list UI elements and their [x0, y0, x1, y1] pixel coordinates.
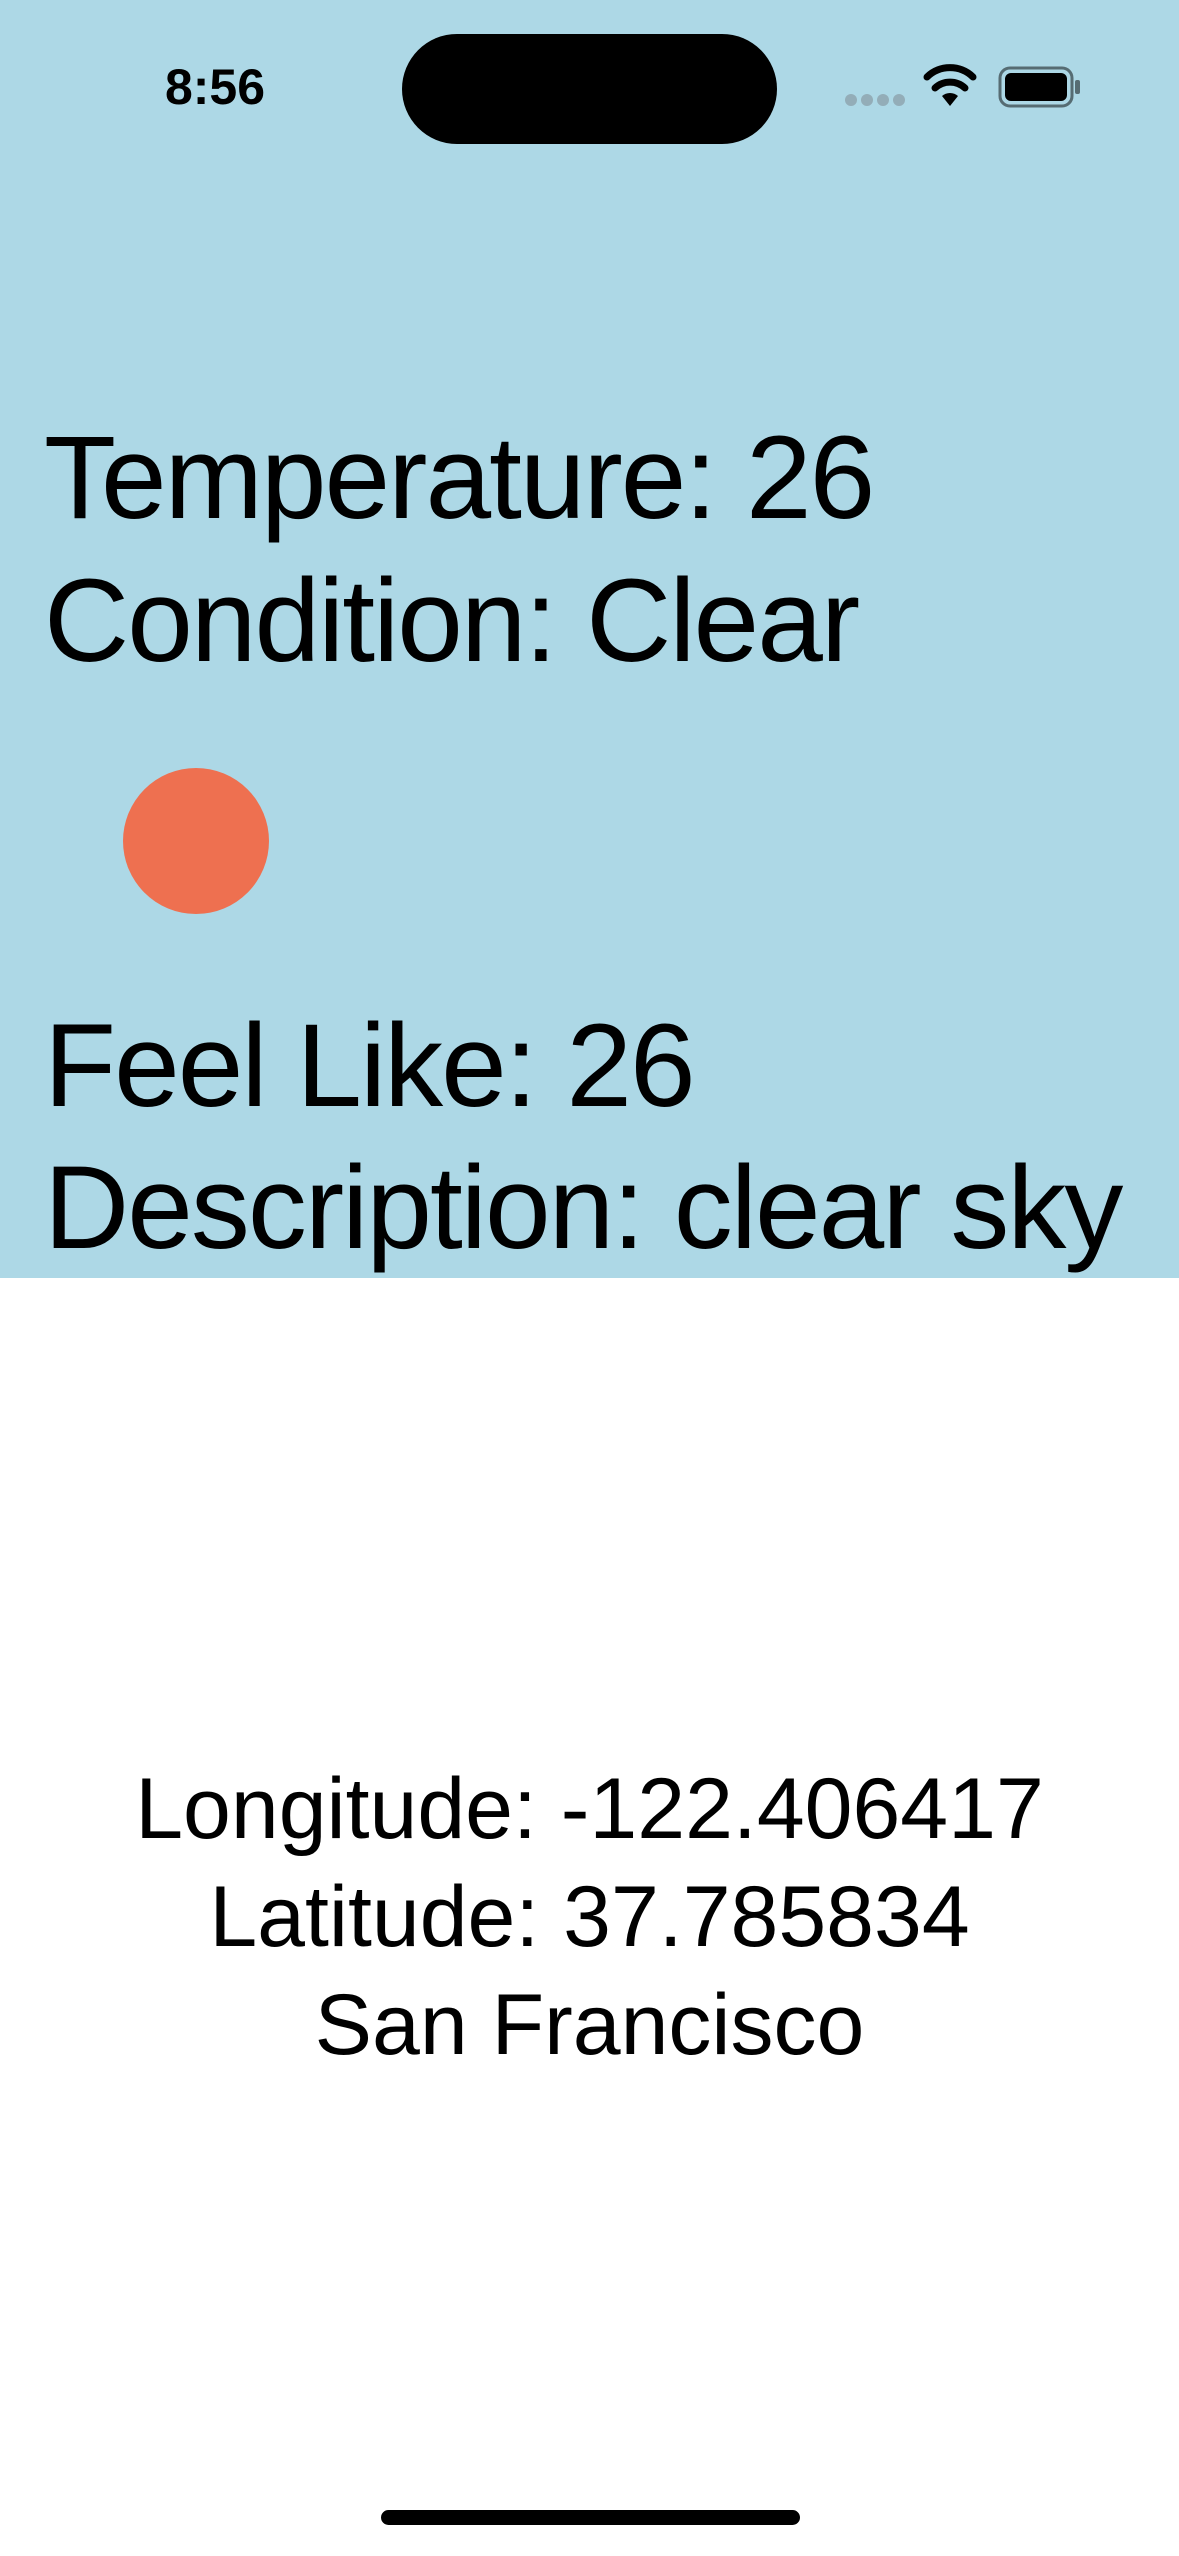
- status-time: 8:56: [164, 59, 266, 115]
- dynamic-island: [402, 34, 777, 144]
- weather-panel: 8:56 Temperature: 26 Condition: Clear Fe…: [0, 0, 1179, 1278]
- city-label: San Francisco: [314, 1977, 865, 2073]
- temperature-label: Temperature: 26: [44, 412, 875, 544]
- latitude-label: Latitude: 37.785834: [209, 1869, 970, 1965]
- battery-icon: [998, 66, 1080, 108]
- signal-dots-icon: [845, 94, 907, 108]
- wifi-icon: [923, 64, 977, 106]
- longitude-label: Longitude: -122.406417: [135, 1761, 1044, 1857]
- feels-like-label: Feel Like: 26: [44, 1000, 696, 1132]
- home-indicator[interactable]: [381, 2510, 800, 2525]
- description-label: Description: clear sky: [44, 1142, 1123, 1274]
- condition-indicator: [123, 768, 269, 914]
- location-block: Longitude: -122.406417 Latitude: 37.7858…: [0, 1755, 1179, 2079]
- condition-label: Condition: Clear: [44, 555, 860, 687]
